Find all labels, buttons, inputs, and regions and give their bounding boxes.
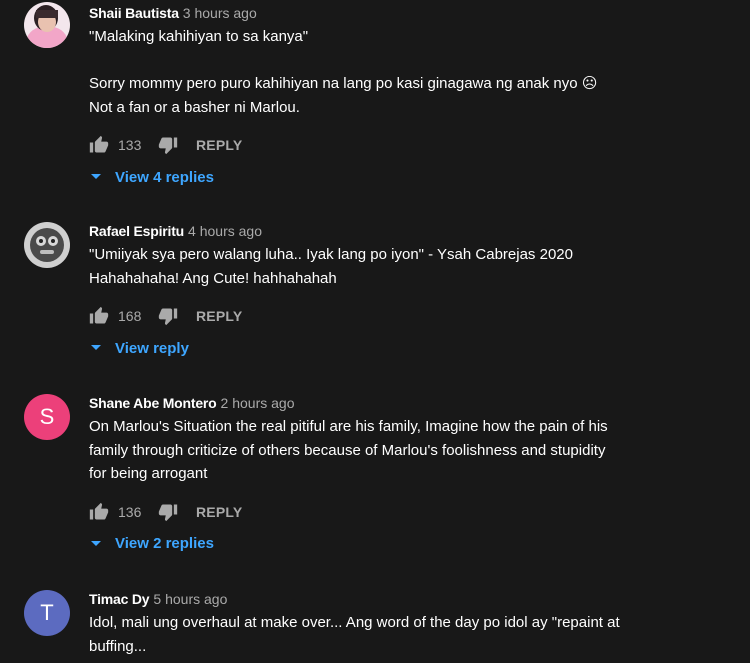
- reply-button[interactable]: REPLY: [196, 137, 242, 153]
- caret-down-icon: [89, 537, 103, 551]
- comment-author[interactable]: Rafael Espiritu: [89, 223, 184, 239]
- thumbs-up-icon[interactable]: [89, 135, 109, 155]
- comment-author[interactable]: Timac Dy: [89, 591, 150, 607]
- avatar[interactable]: [24, 2, 70, 48]
- comment-line: buffing...: [89, 637, 147, 655]
- avatar[interactable]: [24, 222, 70, 268]
- thumbs-down-icon[interactable]: [158, 306, 178, 326]
- comment-time[interactable]: 5 hours ago: [153, 591, 227, 607]
- comment-time[interactable]: 2 hours ago: [221, 395, 295, 411]
- comment-actions: 133 REPLY: [89, 133, 740, 157]
- comment-text: "Malaking kahihiyan to sa kanya" Sorry m…: [89, 25, 740, 119]
- comment-line: "Umiiyak sya pero walang luha.. Iyak lan…: [89, 246, 573, 263]
- avatar-letter: S: [39, 404, 55, 429]
- comment-line: Idol, mali ung overhaul at make over... …: [89, 614, 620, 631]
- view-replies-button[interactable]: View 4 replies: [89, 167, 740, 187]
- thumbs-down-icon[interactable]: [158, 135, 178, 155]
- like-count: 136: [118, 503, 142, 520]
- view-replies-button[interactable]: View reply: [89, 338, 740, 358]
- view-replies-label: View reply: [115, 339, 189, 357]
- comment-text: "Umiiyak sya pero walang luha.. Iyak lan…: [89, 243, 740, 290]
- comment-line: Sorry mommy pero puro kahihiyan na lang …: [89, 75, 598, 92]
- reply-button[interactable]: REPLY: [196, 308, 242, 324]
- like-count: 133: [118, 137, 142, 153]
- avatar-letter: T: [40, 600, 54, 625]
- avatar[interactable]: T: [24, 590, 70, 636]
- thumbs-up-icon[interactable]: [89, 502, 109, 522]
- comment-time[interactable]: 3 hours ago: [183, 5, 257, 21]
- avatar-photo-icon: [24, 222, 70, 268]
- comment-text: On Marlou's Situation the real pitiful a…: [89, 415, 740, 486]
- avatar[interactable]: S: [24, 394, 70, 440]
- comment-actions: 136 REPLY: [89, 500, 740, 524]
- comment-text: Idol, mali ung overhaul at make over... …: [89, 611, 740, 658]
- comment-author[interactable]: Shane Abe Montero: [89, 395, 217, 411]
- view-replies-label: View 2 replies: [115, 535, 214, 552]
- view-replies-label: View 4 replies: [115, 168, 214, 186]
- comment-actions: 168 REPLY: [89, 304, 740, 328]
- comment-time[interactable]: 4 hours ago: [188, 223, 262, 239]
- caret-down-icon: [89, 341, 103, 355]
- like-count: 168: [118, 308, 142, 324]
- comment-line: On Marlou's Situation the real pitiful a…: [89, 418, 608, 435]
- view-replies-button[interactable]: View 2 replies: [89, 534, 740, 554]
- comment-line: Not a fan or a basher ni Marlou.: [89, 98, 300, 116]
- thumbs-up-icon[interactable]: [89, 306, 109, 326]
- caret-down-icon: [89, 170, 103, 184]
- comment-line: family through criticize of others becau…: [89, 441, 606, 459]
- avatar-photo-icon: [24, 2, 70, 48]
- reply-button[interactable]: REPLY: [196, 504, 242, 520]
- thumbs-down-icon[interactable]: [158, 502, 178, 522]
- comment-line: Hahahahaha! Ang Cute! hahhahahah: [89, 269, 337, 287]
- comment-line: for being arrogant: [89, 465, 208, 482]
- comment-line: "Malaking kahihiyan to sa kanya": [89, 28, 309, 45]
- comment-author[interactable]: Shaii Bautista: [89, 5, 179, 21]
